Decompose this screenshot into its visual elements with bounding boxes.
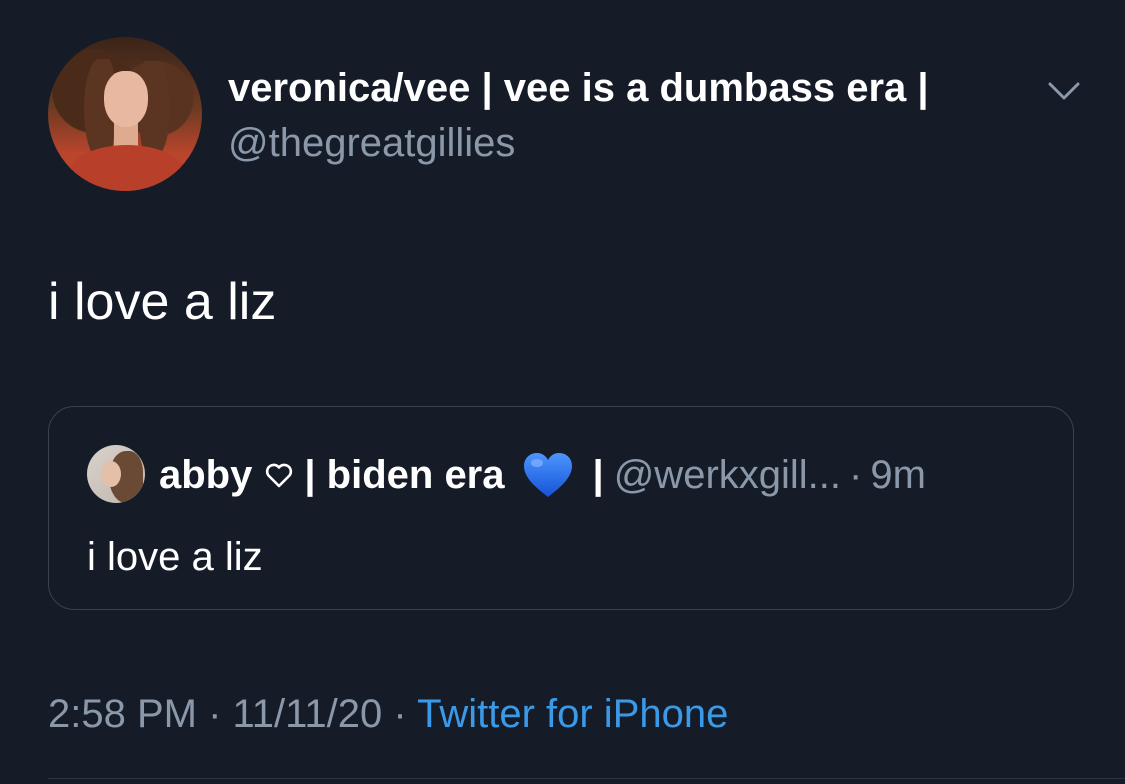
tweet-metadata: 2:58 PM · 11/11/20 · Twitter for iPhone <box>48 688 728 740</box>
tweet-text: i love a liz <box>48 273 277 331</box>
blue-heart-icon <box>523 453 572 497</box>
tweet-date: 11/11/20 <box>232 692 383 736</box>
tweet-detail: veronica/vee | vee is a dumbass era | @t… <box>0 0 1125 784</box>
tweet-source-link[interactable]: Twitter for iPhone <box>417 692 728 736</box>
author-display-name[interactable]: veronica/vee | vee is a dumbass era | <box>228 62 929 114</box>
author-avatar[interactable] <box>48 37 202 191</box>
meta-separator: · <box>382 692 418 736</box>
meta-separator: · <box>196 692 233 736</box>
quoted-dot-separator: · <box>849 453 863 497</box>
quoted-name-separator: | <box>592 453 604 497</box>
tweet-time: 2:58 PM <box>48 692 197 736</box>
quoted-timestamp: 9m <box>870 453 926 497</box>
quoted-author-name-suffix: | biden era <box>304 453 505 497</box>
quoted-tweet-header: abby | biden era | @werkxgill... · 9m <box>159 447 926 503</box>
quoted-author-name: abby <box>159 453 253 497</box>
heart-outline-icon <box>266 463 293 488</box>
author-handle[interactable]: @thegreatgillies <box>228 117 515 169</box>
chevron-down-icon[interactable] <box>1044 76 1084 104</box>
quoted-tweet-text: i love a liz <box>87 535 263 579</box>
quoted-tweet-card[interactable]: abby | biden era | @werkxgill... · 9m i <box>48 406 1074 610</box>
divider <box>48 778 1125 779</box>
quoted-author-handle: @werkxgill... <box>613 453 842 497</box>
quoted-author-avatar <box>87 445 145 503</box>
